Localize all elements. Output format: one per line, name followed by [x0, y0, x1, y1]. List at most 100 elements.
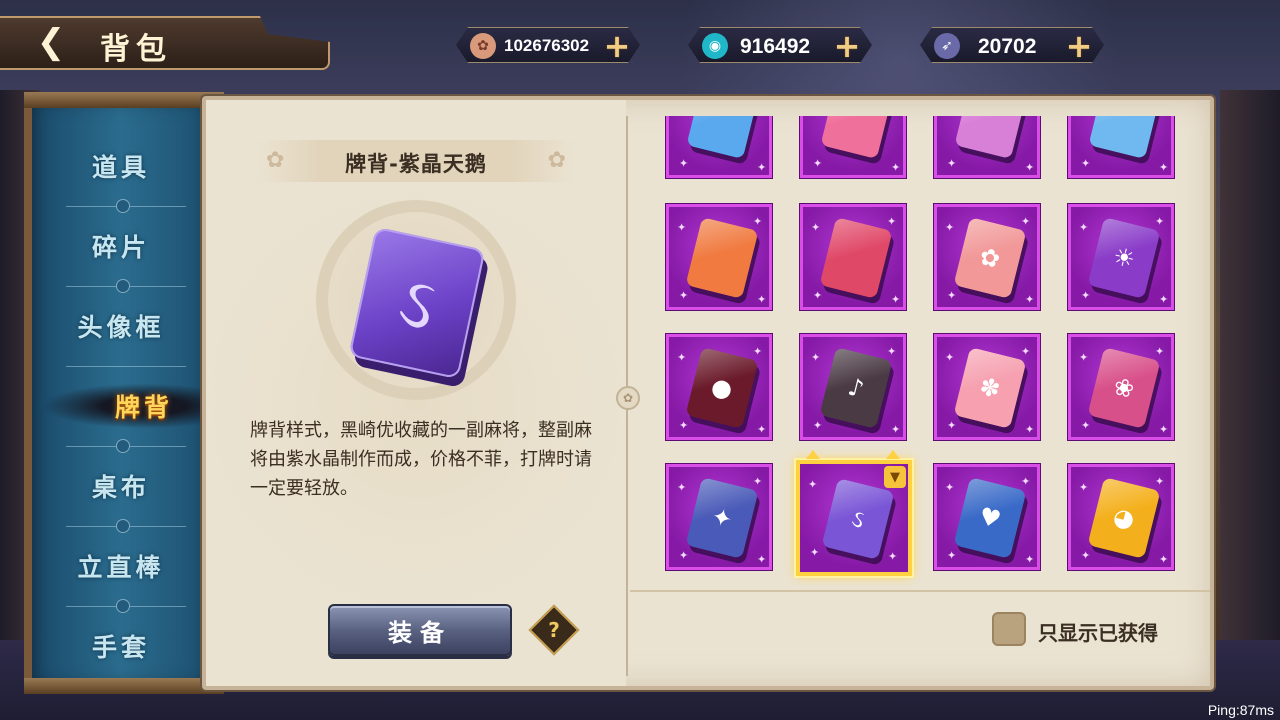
sparkle-icon: ✦ [757, 553, 767, 566]
back-arrow-icon: ❮ [36, 22, 66, 62]
nav-item-fragments[interactable]: 碎片 [32, 224, 210, 268]
card-back-swan[interactable]: ✦✦✦✦ઽ▼ [796, 450, 912, 576]
light-blue-card-icon [686, 116, 758, 160]
card-back-pink-violet[interactable]: ✦✦✦✦ [934, 116, 1040, 178]
sparkle-icon: ✦ [1081, 419, 1091, 432]
sparkle-icon: ✦ [945, 221, 955, 234]
knife-card-icon: ✦ [685, 477, 759, 559]
currency-jade: ◉ 916492 + [688, 27, 872, 63]
sparkle-icon: ✦ [757, 293, 767, 306]
card-back-paw[interactable]: ✦ ✦ ✦ ✦ ✽ [934, 334, 1040, 440]
sparkle-icon: ✦ [1081, 157, 1091, 170]
equipped-shirt-icon: ▼ [884, 466, 906, 488]
sparkle-icon: ✦ [945, 481, 955, 494]
sparkle-icon: ✦ [757, 161, 767, 174]
sparkle-icon: ✦ [887, 215, 897, 228]
equip-button[interactable]: 装备 [328, 604, 512, 656]
pink-violet-card-icon [954, 116, 1026, 160]
coin-value: 102676302 [504, 36, 590, 55]
sparkle-icon: ✦ [1159, 423, 1169, 436]
nav-item-props[interactable]: 道具 [32, 144, 210, 188]
sparkle-icon: ✦ [891, 423, 901, 436]
category-nav: 道具 碎片 头像框 牌背 桌布 立直棒 手套 [24, 92, 244, 694]
card-back-rose[interactable]: ✦ ✦ ✦ ✦ ❀ [1068, 334, 1174, 440]
owned-only-label: 只显示已获得 [1038, 621, 1158, 645]
inventory-panel: ✿ ✿ 牌背-紫晶天鹅 ઽ 牌背样式，黑崎优收藏的一副麻将，整副麻将由紫水晶制作… [202, 96, 1214, 690]
sparkle-icon: ✦ [679, 549, 689, 562]
page-title: 背包 [100, 32, 172, 67]
sparkle-icon: ✦ [811, 351, 821, 364]
sparkle-icon: ✦ [811, 221, 821, 234]
demon-card-icon: ● [685, 347, 759, 429]
sparkle-icon: ✦ [753, 475, 763, 488]
sparkle-icon: ✦ [1021, 215, 1031, 228]
card-back-ladle[interactable]: ✦ ✦ ✦ ✦ ♪ [800, 334, 906, 440]
nav-item-tablecloth[interactable]: 桌布 [32, 464, 210, 508]
jade-icon: ◉ [702, 33, 728, 59]
sparkle-icon: ✦ [677, 351, 687, 364]
question-mark-icon: ? [548, 618, 560, 642]
card-back-crimson[interactable]: ✦ ✦ ✦ ✦ [800, 204, 906, 310]
add-coin-button[interactable]: + [602, 31, 632, 61]
add-fish-button[interactable]: + [1064, 31, 1094, 61]
sparkle-icon: ✦ [1021, 345, 1031, 358]
nav-item-gloves[interactable]: 手套 [32, 624, 210, 668]
card-back-cat[interactable]: ✦ ✦ ✦ ✦ ◕ [1068, 464, 1174, 570]
card-back-demon[interactable]: ✦ ✦ ✦ ✦ ● [666, 334, 772, 440]
card-back-grid: ✦✦✦✦✦✦✦✦✦✦✦✦✦✦✦✦✦✦✦✦✦✦✦✦✦✦✦✦✿✦✦✦✦☀✦✦✦✦●✦… [630, 116, 1210, 586]
sun-card-icon: ☀ [1087, 217, 1161, 299]
item-description: 牌背样式，黑崎优收藏的一副麻将，整副麻将由紫水晶制作而成，价格不菲，打牌时请一定… [250, 420, 592, 499]
sparkle-icon: ✦ [1025, 161, 1035, 174]
fish-icon: ➶ [934, 33, 960, 59]
curtain-right [1220, 90, 1280, 650]
sparkle-icon: ✦ [810, 546, 820, 559]
nav-divider-dot [116, 199, 130, 213]
sparkle-icon: ✦ [1079, 221, 1089, 234]
sparkle-icon: ✦ [1155, 345, 1165, 358]
card-back-flame[interactable]: ✦ ✦ ✦ ✦ ✿ [934, 204, 1040, 310]
sparkle-icon: ✦ [1159, 553, 1169, 566]
paw-card-icon: ✽ [953, 347, 1027, 429]
sparkle-icon: ✦ [888, 550, 898, 563]
filter-divider [630, 590, 1210, 592]
card-back-light-blue[interactable]: ✦✦✦✦ [666, 116, 772, 178]
sparkle-icon: ✦ [677, 221, 687, 234]
sparkle-icon: ✦ [808, 478, 818, 491]
sparkle-icon: ✦ [1159, 293, 1169, 306]
owned-only-checkbox[interactable] [992, 612, 1026, 646]
currency-coin: ✿ 102676302 + [456, 27, 640, 63]
sparkle-icon: ✦ [813, 419, 823, 432]
fish-value: 20702 [978, 35, 1037, 58]
sparkle-icon: ✦ [1021, 475, 1031, 488]
item-name: 牌背-紫晶天鹅 [345, 152, 487, 176]
sparkle-icon: ✦ [1079, 481, 1089, 494]
sparkle-icon: ✦ [947, 549, 957, 562]
back-button[interactable]: ❮ [26, 22, 76, 62]
selection-arrow-icon [886, 450, 900, 459]
card-back-sun[interactable]: ✦ ✦ ✦ ✦ ☀ [1068, 204, 1174, 310]
nav-item-riichi-stick[interactable]: 立直棒 [32, 544, 210, 588]
sparkle-icon: ✦ [679, 419, 689, 432]
sparkle-icon: ✦ [1155, 475, 1165, 488]
sparkle-icon: ✦ [677, 481, 687, 494]
nav-divider-dot [116, 519, 130, 533]
crimson-card-icon [819, 217, 893, 299]
sparkle-icon: ✦ [753, 215, 763, 228]
nav-divider [66, 366, 186, 367]
sparkle-icon: ✦ [679, 289, 689, 302]
sparkle-icon: ✦ [813, 157, 823, 170]
orange-card-icon [685, 217, 759, 299]
sparkle-icon: ✦ [753, 345, 763, 358]
add-jade-button[interactable]: + [832, 31, 862, 61]
ping-indicator: Ping:87ms [1207, 702, 1274, 718]
sparkle-icon: ✦ [679, 157, 689, 170]
card-back-pink[interactable]: ✦✦✦✦ [800, 116, 906, 178]
sparkle-icon: ✦ [891, 293, 901, 306]
card-back-knife[interactable]: ✦ ✦ ✦ ✦ ✦ [666, 464, 772, 570]
card-back-orange[interactable]: ✦ ✦ ✦ ✦ [666, 204, 772, 310]
nav-divider-dot [116, 439, 130, 453]
sparkle-icon: ✦ [947, 157, 957, 170]
card-back-sky-blue[interactable]: ✦✦✦✦ [1068, 116, 1174, 178]
card-back-cocktail[interactable]: ✦ ✦ ✦ ✦ ♥ [934, 464, 1040, 570]
nav-item-avatar-frame[interactable]: 头像框 [32, 304, 210, 348]
